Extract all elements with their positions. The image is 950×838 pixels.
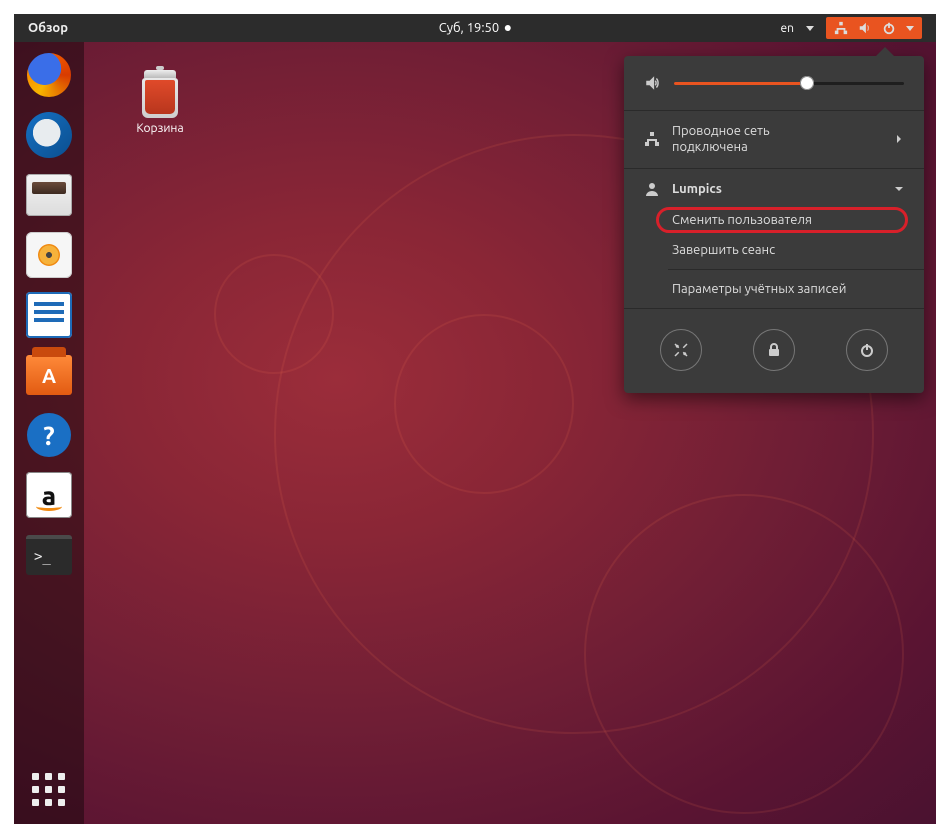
dock-app-files[interactable] (24, 170, 74, 220)
amazon-icon: a (26, 472, 72, 518)
activities-button[interactable]: Обзор (14, 21, 82, 35)
volume-slider-fill (674, 82, 807, 85)
power-button[interactable] (846, 329, 888, 371)
network-label: Проводное сеть подключена (672, 123, 770, 156)
notifications-dot-icon (505, 25, 511, 31)
volume-icon (858, 21, 872, 35)
desktop-screen: Обзор Суб, 19:50 en A ? a >_ (14, 14, 936, 824)
account-settings-label: Параметры учётных записей (672, 282, 846, 296)
thunderbird-icon (26, 112, 72, 158)
system-menu-popover: Проводное сеть подключена Lumpics Сменит… (624, 56, 924, 393)
chevron-right-icon (894, 134, 904, 144)
separator (624, 168, 924, 169)
music-icon (26, 232, 72, 278)
switch-user-menu-item[interactable]: Сменить пользователя (624, 205, 924, 235)
input-language-indicator[interactable]: en (781, 22, 794, 35)
trash-label: Корзина (124, 122, 196, 135)
wallpaper-decoration (584, 494, 904, 814)
wallpaper-decoration (214, 254, 334, 374)
dock-app-amazon[interactable]: a (24, 470, 74, 520)
logout-menu-item[interactable]: Завершить сеанс (624, 235, 924, 265)
system-tray: en (781, 17, 936, 39)
user-icon (644, 181, 660, 197)
volume-slider-thumb[interactable] (800, 76, 814, 90)
dock-app-firefox[interactable] (24, 50, 74, 100)
volume-icon (644, 74, 662, 92)
trash-icon (138, 70, 182, 118)
network-wired-icon (644, 131, 660, 147)
power-icon (882, 21, 896, 35)
dock-app-thunderbird[interactable] (24, 110, 74, 160)
dock-app-libreoffice-writer[interactable] (24, 290, 74, 340)
lock-icon (766, 342, 782, 358)
dock-app-help[interactable]: ? (24, 410, 74, 460)
terminal-icon: >_ (26, 535, 72, 575)
software-center-icon: A (26, 355, 72, 395)
dock: A ? a >_ (14, 42, 84, 824)
files-icon (26, 174, 72, 216)
lock-button[interactable] (753, 329, 795, 371)
volume-row (624, 70, 924, 106)
system-status-area[interactable] (826, 17, 922, 39)
top-bar: Обзор Суб, 19:50 en (14, 14, 936, 42)
network-wired-icon (834, 21, 848, 35)
writer-icon (26, 292, 72, 338)
switch-user-label: Сменить пользователя (672, 213, 812, 227)
chevron-down-icon (906, 26, 914, 31)
user-name-label: Lumpics (672, 182, 722, 196)
firefox-icon (27, 53, 71, 97)
show-applications-button[interactable] (29, 770, 69, 810)
logout-label: Завершить сеанс (672, 243, 775, 257)
input-language-caret-icon (806, 26, 814, 31)
separator (668, 269, 924, 270)
dock-app-ubuntu-software[interactable]: A (24, 350, 74, 400)
user-menu-item[interactable]: Lumpics (624, 173, 924, 205)
dock-app-terminal[interactable]: >_ (24, 530, 74, 580)
dock-app-rhythmbox[interactable] (24, 230, 74, 280)
clock-text: Суб, 19:50 (439, 21, 499, 35)
chevron-down-icon (894, 184, 904, 194)
desktop-icon-trash[interactable]: Корзина (124, 70, 196, 135)
settings-button[interactable] (660, 329, 702, 371)
settings-icon (672, 341, 690, 359)
action-buttons-row (624, 313, 924, 375)
power-icon (859, 342, 875, 358)
volume-slider[interactable] (674, 82, 904, 85)
separator (624, 308, 924, 309)
account-settings-menu-item[interactable]: Параметры учётных записей (624, 274, 924, 304)
separator (624, 110, 924, 111)
wallpaper-decoration (394, 314, 574, 494)
help-icon: ? (27, 413, 71, 457)
clock[interactable]: Суб, 19:50 (439, 21, 511, 35)
network-menu-item[interactable]: Проводное сеть подключена (624, 115, 924, 164)
